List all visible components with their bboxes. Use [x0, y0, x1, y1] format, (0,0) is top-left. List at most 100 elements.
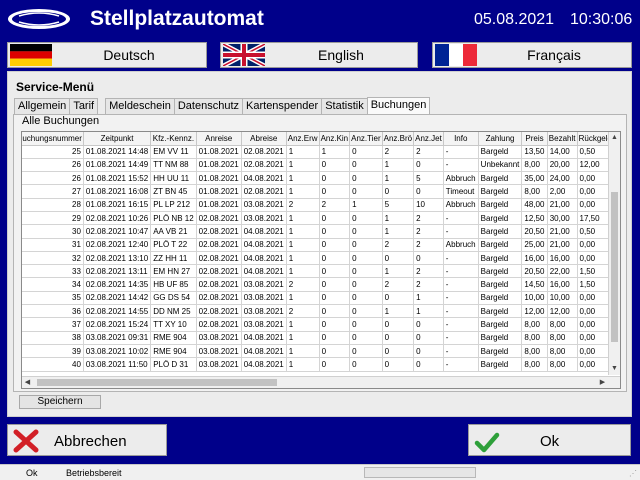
scroll-up-icon[interactable]: ▲	[609, 132, 620, 143]
table-cell: 1	[382, 264, 415, 279]
table-cell: 1	[382, 224, 415, 239]
table-row[interactable]: 31 02.08.2021 12:40 PLÖ T 22 02.08.2021 04.0…	[22, 238, 615, 252]
table-row[interactable]: 26 01.08.2021 14:49 TT NM 88 01.08.2021 02.0…	[22, 158, 615, 173]
french-flag-icon	[435, 44, 477, 66]
column-header[interactable]: Anz.Erw	[286, 132, 320, 146]
column-header[interactable]: Anz.Brö	[382, 132, 415, 146]
horizontal-scrollbar[interactable]: ◀ ▶	[22, 376, 620, 388]
table-cell: PLÖ T 22	[150, 238, 197, 252]
table-cell: 03.08.2021	[241, 304, 287, 319]
tab-datenschutz[interactable]: Datenschutz	[173, 98, 244, 114]
tab-buchungen[interactable]: Buchungen	[366, 97, 431, 114]
table-cell: 04.08.2021	[241, 224, 287, 239]
table-cell: 5	[413, 171, 444, 186]
table-row[interactable]: 29 02.08.2021 10:26 PLÖ NB 12 02.08.2021 03.…	[22, 211, 615, 226]
table-row[interactable]: 34 02.08.2021 14:35 HB UF 85 02.08.2021 03.0…	[22, 277, 615, 292]
column-header[interactable]: Buchungsnummer	[22, 132, 84, 146]
column-header[interactable]: Bezahlt	[547, 132, 578, 146]
table-row[interactable]: 32 02.08.2021 13:10 ZZ HH 11 02.08.2021 04.0…	[22, 251, 615, 266]
table-cell: EM HN 27	[150, 264, 197, 279]
bookings-group: Alle Buchungen Buchungsnummer Zeitpunkt Kf…	[13, 114, 627, 392]
table-row[interactable]: 33 02.08.2021 13:11 EM HN 27 02.08.2021 04.0…	[22, 264, 615, 279]
table-cell: 0	[319, 317, 351, 332]
tab-tarif[interactable]: Tarif	[69, 98, 99, 114]
table-row[interactable]: 28 01.08.2021 16:15 PL LP 212 01.08.2021 03.…	[22, 198, 615, 212]
table-cell: 01.08.2021	[196, 158, 242, 173]
language-button-english[interactable]: English	[220, 42, 418, 68]
column-header[interactable]: Anz.Tier	[349, 132, 383, 146]
table-cell: 0	[349, 145, 383, 159]
language-button-french[interactable]: Français	[432, 42, 632, 68]
table-header-row: Buchungsnummer Zeitpunkt Kfz.-Kennz. Anreis…	[22, 132, 615, 146]
table-cell: 1	[286, 158, 320, 173]
table-cell: 1	[382, 158, 415, 173]
column-header[interactable]: Zeitpunkt	[83, 132, 152, 146]
tab-statistik[interactable]: Statistik	[321, 98, 368, 114]
vertical-scrollbar[interactable]: ▲ ▼	[608, 132, 620, 375]
table-cell: 1	[382, 304, 415, 319]
column-header[interactable]: Info	[443, 132, 479, 146]
table-cell: 0	[349, 357, 383, 372]
scroll-left-icon[interactable]: ◀	[22, 377, 33, 388]
table-cell: 0	[319, 264, 351, 279]
column-header[interactable]: Preis	[521, 132, 548, 146]
table-cell: 0	[349, 277, 383, 292]
table-row[interactable]: 40 03.08.2021 11:50 PLÖ D 31 03.08.2021 04.0…	[22, 357, 615, 372]
table-row[interactable]: 26 01.08.2021 15:52 HH UU 11 01.08.2021 04.0…	[22, 171, 615, 186]
scroll-thumb[interactable]	[611, 192, 618, 342]
table-cell: 8,00	[521, 357, 548, 372]
table-cell: Bargeld	[478, 357, 523, 372]
column-header[interactable]: Kfz.-Kennz.	[150, 132, 197, 146]
table-cell: 2	[413, 224, 444, 239]
table-cell: 02.08.2021 10:47	[83, 224, 152, 239]
table-cell: 8,00	[547, 357, 578, 372]
table-cell: 32	[22, 251, 84, 266]
column-header[interactable]: Abreise	[241, 132, 287, 146]
table-cell: 5	[382, 198, 415, 212]
table-cell: 8,00	[521, 344, 548, 359]
column-header[interactable]: Zahlung	[478, 132, 523, 146]
table-cell: 0	[349, 304, 383, 319]
tab-meldeschein[interactable]: Meldeschein	[105, 98, 175, 114]
table-row[interactable]: 35 02.08.2021 14:42 GG DS 54 02.08.2021 03.0…	[22, 291, 615, 306]
table-cell: 0	[349, 158, 383, 173]
column-header[interactable]: Anz.Kin	[319, 132, 351, 146]
bookings-table[interactable]: Buchungsnummer Zeitpunkt Kfz.-Kennz. Anreis…	[21, 131, 621, 389]
column-header[interactable]: Anz.Jet	[413, 132, 444, 146]
table-cell: 0	[382, 251, 415, 266]
table-cell: 2	[382, 277, 415, 292]
scroll-right-icon[interactable]: ▶	[597, 377, 608, 388]
table-row[interactable]: 39 03.08.2021 10:02 RME 904 03.08.2021 04.08…	[22, 344, 615, 359]
tab-kartenspender[interactable]: Kartenspender	[242, 98, 323, 114]
table-cell: Bargeld	[478, 304, 523, 319]
scroll-thumb-horizontal[interactable]	[37, 379, 277, 386]
table-row[interactable]: 38 03.08.2021 09:31 RME 904 03.08.2021 04.08…	[22, 331, 615, 345]
table-row[interactable]: 27 01.08.2021 16:08 ZT BN 45 01.08.2021 02.0…	[22, 184, 615, 199]
table-row[interactable]: 25 01.08.2021 14:48 EM VV 11 01.08.2021 02.0…	[22, 145, 615, 159]
table-cell: -	[443, 211, 479, 226]
table-cell: 1	[286, 145, 320, 159]
column-header[interactable]: Anreise	[196, 132, 242, 146]
scroll-down-icon[interactable]: ▼	[609, 363, 620, 374]
table-cell: 1	[286, 171, 320, 186]
cancel-button[interactable]: Abbrechen	[7, 424, 167, 456]
table-cell: 21,00	[547, 224, 578, 239]
table-cell: 1	[319, 145, 351, 159]
language-button-german[interactable]: Deutsch	[7, 42, 207, 68]
table-cell: -	[443, 357, 479, 372]
table-row[interactable]: 36 02.08.2021 14:55 DD NM 25 02.08.2021 03.0…	[22, 304, 615, 319]
table-cell: 2	[413, 238, 444, 252]
table-row[interactable]: 37 02.08.2021 15:24 TT XY 10 02.08.2021 03.0…	[22, 317, 615, 332]
header-date: 05.08.2021	[474, 11, 555, 28]
ok-button[interactable]: Ok	[468, 424, 631, 456]
table-cell: -	[443, 291, 479, 306]
save-button[interactable]: Speichern	[19, 395, 101, 409]
table-cell: 16,00	[547, 251, 578, 266]
tab-allgemein[interactable]: Allgemein	[14, 98, 71, 114]
table-cell: 03.08.2021	[196, 344, 242, 359]
table-cell: 1	[286, 224, 320, 239]
table-cell: 8,00	[547, 317, 578, 332]
table-cell: 0	[319, 211, 351, 226]
table-cell: 1	[286, 264, 320, 279]
table-row[interactable]: 30 02.08.2021 10:47 AA VB 21 02.08.2021 04.0…	[22, 224, 615, 239]
